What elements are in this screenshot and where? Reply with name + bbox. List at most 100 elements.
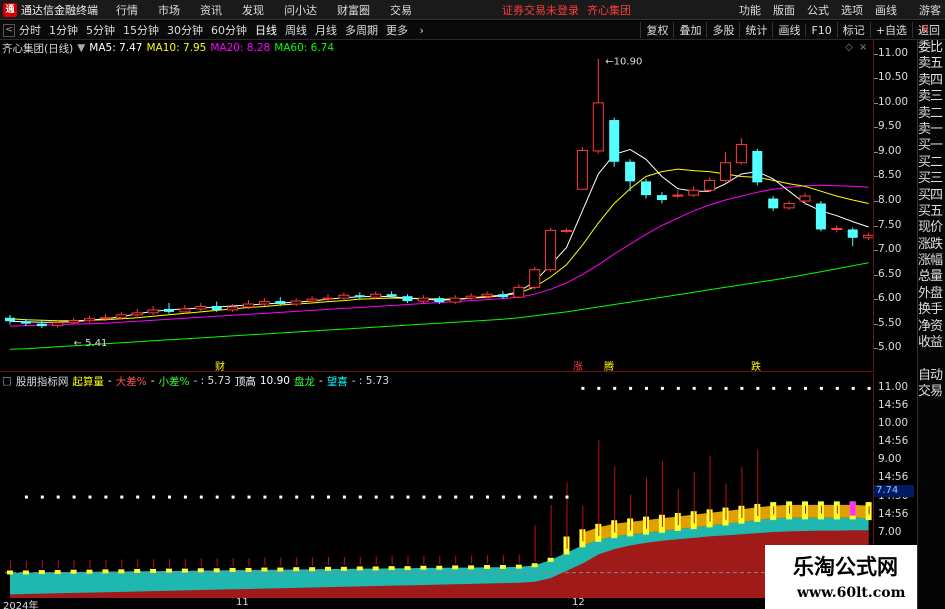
panel-close-icon[interactable]: × xyxy=(859,42,867,53)
indicator-name[interactable]: 股朋指标网 xyxy=(16,374,69,389)
panel-settings-icon[interactable]: ◇ xyxy=(845,42,853,53)
menu-market-quotes[interactable]: 行情 xyxy=(116,2,138,18)
menu-options[interactable]: 选项 xyxy=(841,2,863,18)
candle-body-down xyxy=(354,295,365,298)
tool-stats-button[interactable]: 统计 xyxy=(739,22,772,38)
title-stock-name: 齐心集团 xyxy=(587,3,631,17)
candle-body-down xyxy=(609,120,620,162)
legend-ma5: MA5: 7.47 xyxy=(89,42,143,54)
menu-news[interactable]: 资讯 xyxy=(200,2,222,18)
price-tick-label: 9.00 xyxy=(878,144,902,157)
tab-30min[interactable]: 30分钟 xyxy=(167,22,203,38)
app-logo-icon: 通 xyxy=(3,2,17,17)
watermark-url: www.60lt.com xyxy=(797,585,906,601)
indicator-white-dot xyxy=(692,386,696,390)
indicator-yellow-marker xyxy=(325,566,331,571)
indicator-panel[interactable]: □ 股朋指标网 起算量 - 大差% - 小差% - : 5.73 顶高 10.90 盘龙… xyxy=(0,373,873,598)
indicator-yellow-marker xyxy=(356,566,363,571)
tab-daily[interactable]: 日线 xyxy=(255,22,277,38)
candle-body-down xyxy=(36,323,47,327)
indicator-yellow-marker xyxy=(484,565,490,570)
indicator-checkbox-icon[interactable]: □ xyxy=(2,375,12,387)
tool-draw-button[interactable]: 画线 xyxy=(772,22,805,38)
indicator-yellow-marker xyxy=(166,568,172,573)
tool-overlay-button[interactable]: 叠加 xyxy=(673,22,706,38)
menu-discover[interactable]: 发现 xyxy=(242,2,264,18)
candle-body-up xyxy=(529,269,541,288)
price-tick-mark xyxy=(874,201,878,202)
candle-body-down xyxy=(656,195,667,201)
candle-body-down xyxy=(641,181,651,196)
date-label-year: 2024年 xyxy=(3,601,39,609)
indicator-yellow-marker xyxy=(531,563,538,568)
candle-body-up xyxy=(227,306,239,311)
tab-intraday[interactable]: 分时 xyxy=(19,22,41,38)
indicator-q1-value: - xyxy=(107,375,112,387)
tab-5min[interactable]: 5分钟 xyxy=(86,22,115,38)
tab-15min[interactable]: 15分钟 xyxy=(123,22,159,38)
legend-dropdown-icon[interactable]: ▼ xyxy=(77,42,85,54)
menu-trade[interactable]: 交易 xyxy=(390,2,412,18)
back-arrow-icon[interactable]: < xyxy=(3,23,15,37)
side-auto-trade[interactable]: 自动 xyxy=(918,368,945,384)
indicator-q3-value: - : 5.73 xyxy=(193,375,231,387)
event-marker-label: 腾 xyxy=(604,360,614,372)
tool-f10-button[interactable]: F10 xyxy=(805,23,836,37)
tool-multistock-button[interactable]: 多股 xyxy=(706,22,739,38)
indicator-white-dot xyxy=(263,495,267,499)
indicator-yellow-marker xyxy=(309,567,316,572)
indicator-white-dot xyxy=(342,495,346,499)
candle-body-up xyxy=(720,162,731,181)
tool-mark-button[interactable]: 标记 xyxy=(836,22,870,38)
menu-draw[interactable]: 画线 xyxy=(875,2,897,18)
candle-body-down xyxy=(275,301,286,305)
tab-60min[interactable]: 60分钟 xyxy=(211,22,247,38)
candle-body-up xyxy=(465,295,477,299)
indicator-yellow-marker xyxy=(388,566,395,571)
tab-more[interactable]: 更多 › xyxy=(386,22,424,38)
menu-wealth-circle[interactable]: 财富圈 xyxy=(337,2,370,18)
indicator-yellow-marker xyxy=(468,565,475,570)
menu-function[interactable]: 功能 xyxy=(739,2,761,18)
indicator-q5-label: 盘龙 xyxy=(293,375,315,388)
menu-ask-xiaoda[interactable]: 问小达 xyxy=(284,2,317,18)
indicator-q4-value: 10.90 xyxy=(259,375,290,387)
candle-body-down xyxy=(402,296,413,302)
indicator-white-dot xyxy=(422,495,426,499)
tab-weekly[interactable]: 周线 xyxy=(285,22,307,38)
title-bar: 通 通达信金融终端 行情 市场 资讯 发现 问小达 财富圈 交易 证券交易未登录… xyxy=(0,0,945,20)
candle-body-up xyxy=(68,320,80,324)
indicator-white-dot xyxy=(533,495,537,499)
candle-body-up xyxy=(863,234,875,239)
indicator-white-dot xyxy=(708,386,712,390)
trade-login-notice[interactable]: 证券交易未登录 xyxy=(502,2,579,18)
menu-market[interactable]: 市场 xyxy=(158,2,180,18)
indicator-tick-label: 14:56 xyxy=(878,398,909,411)
guest-user-button[interactable]: 游客 xyxy=(919,2,941,18)
side-trade[interactable]: 交易 xyxy=(918,384,945,400)
indicator-tick-label: 10.00 xyxy=(878,417,909,430)
indicator-yellow-marker xyxy=(293,567,300,572)
indicator-white-dot xyxy=(835,386,839,390)
menu-layout[interactable]: 版面 xyxy=(773,2,795,18)
kline-panel[interactable]: 齐心集团(日线) ▼ MA5: 7.47 MA10: 7.95 MA20: 8.… xyxy=(0,40,875,373)
candle-body-up xyxy=(370,293,382,298)
tab-monthly[interactable]: 月线 xyxy=(315,22,337,38)
tdx-terminal-window: 通 通达信金融终端 行情 市场 资讯 发现 问小达 财富圈 交易 证券交易未登录… xyxy=(0,0,945,609)
tool-add-watchlist-button[interactable]: +自选 xyxy=(869,22,912,38)
tab-1min[interactable]: 1分钟 xyxy=(49,22,78,38)
side-ask2: 卖二 xyxy=(918,105,943,121)
menu-formula[interactable]: 公式 xyxy=(807,2,829,18)
watermark-logo: 乐淘公式网 www.60lt.com xyxy=(765,545,917,609)
indicator-yellow-marker xyxy=(22,570,29,575)
event-marker-label: 财 xyxy=(215,360,225,372)
tab-multi-period[interactable]: 多周期 xyxy=(345,22,378,38)
indicator-white-dot xyxy=(72,495,76,499)
indicator-yellow-marker xyxy=(150,569,157,574)
side-bid2: 买二 xyxy=(918,154,943,170)
indicator-q4-label: 顶高 xyxy=(234,375,256,388)
candle-body-down xyxy=(164,308,174,312)
price-tick-mark xyxy=(874,274,878,276)
tool-adjust-button[interactable]: 复权 xyxy=(640,22,673,38)
indicator-yellow-marker xyxy=(197,568,204,573)
